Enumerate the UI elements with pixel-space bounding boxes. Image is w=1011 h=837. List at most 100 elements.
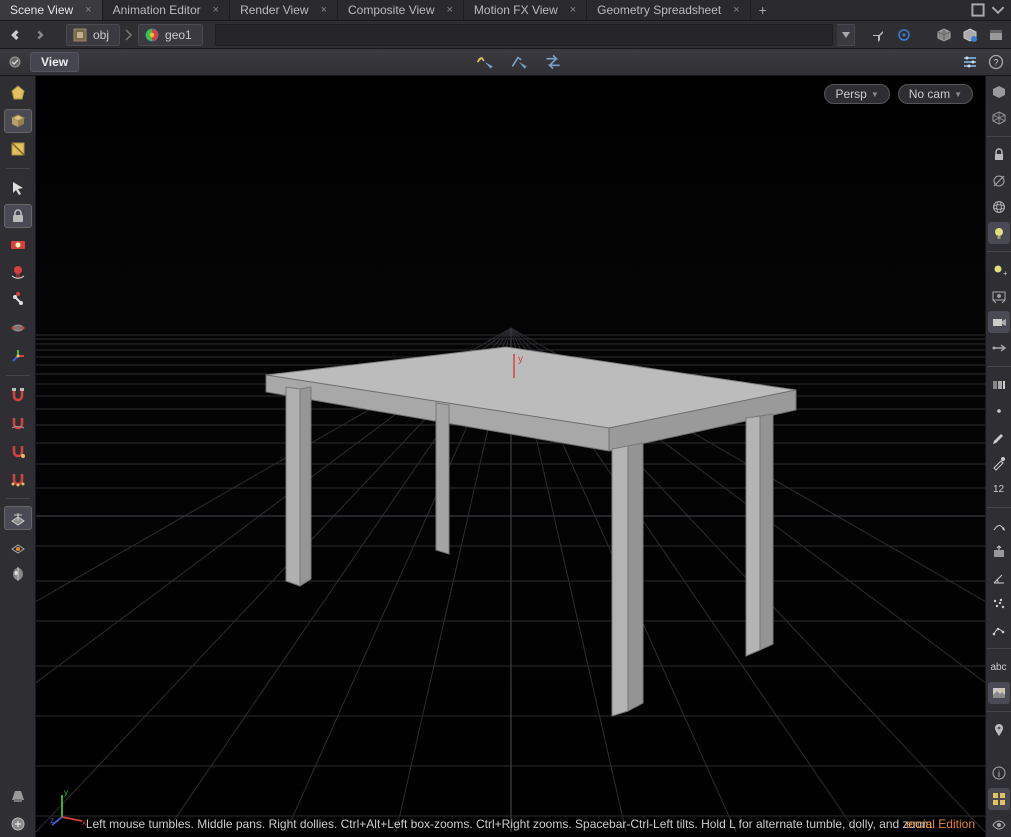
dot-icon[interactable] [988, 400, 1010, 422]
pane-menu-icon[interactable] [991, 3, 1005, 17]
marker-icon[interactable] [988, 719, 1010, 741]
view-menu-icon[interactable] [4, 51, 26, 73]
tab-strip: Scene View × Animation Editor × Render V… [0, 0, 1011, 21]
pin-icon[interactable] [867, 24, 889, 46]
tab-scene-view[interactable]: Scene View × [0, 0, 103, 20]
layout-grid-icon[interactable] [988, 788, 1010, 810]
muscle-icon[interactable] [4, 316, 32, 340]
bulb-add-icon[interactable]: + [988, 259, 1010, 281]
bones-icon[interactable] [4, 288, 32, 312]
dolly-zoom-icon[interactable] [988, 337, 1010, 359]
globe-icon[interactable] [988, 196, 1010, 218]
close-icon[interactable]: × [321, 4, 327, 16]
sweep-icon[interactable] [988, 515, 1010, 537]
picker-icon[interactable] [988, 452, 1010, 474]
grid-floor-icon [36, 76, 985, 832]
camera-dropdown[interactable]: No cam ▼ [898, 84, 973, 104]
cplane-icon[interactable] [4, 506, 32, 530]
frame-sel-icon[interactable] [988, 285, 1010, 307]
abc-label[interactable]: abc [988, 656, 1010, 678]
tab-geometry-spreadsheet[interactable]: Geometry Spreadsheet × [587, 0, 751, 20]
mirror-icon[interactable] [4, 562, 32, 586]
cplane2-icon[interactable] [4, 534, 32, 558]
network-icon [73, 28, 87, 42]
svg-text:?: ? [993, 58, 998, 68]
close-icon[interactable]: × [213, 4, 219, 16]
select-arrow-icon[interactable] [4, 176, 32, 200]
path-input[interactable] [215, 24, 833, 46]
lock-display-icon[interactable] [988, 144, 1010, 166]
geo-icon [145, 28, 159, 42]
sel-faces-icon[interactable] [4, 109, 32, 133]
main-row: y Persp ▼ No cam ▼ x y z [0, 76, 1011, 837]
axis-tool-icon[interactable] [4, 344, 32, 368]
view-type-dropdown[interactable]: Persp ▼ [824, 84, 889, 104]
expand-icon[interactable] [4, 812, 32, 836]
maximize-icon[interactable] [971, 3, 985, 17]
breadcrumb-separator [124, 28, 134, 42]
nav-forward-button[interactable] [30, 24, 52, 46]
tab-label: Render View [240, 3, 308, 17]
shelf-icon[interactable] [4, 784, 32, 808]
wire-icon[interactable] [988, 107, 1010, 129]
snap-point-icon[interactable] [4, 439, 32, 463]
breadcrumb-obj[interactable]: obj [66, 24, 120, 46]
bulb-icon[interactable] [988, 222, 1010, 244]
display-opts-icon[interactable] [988, 374, 1010, 396]
tab-label: Animation Editor [113, 3, 201, 17]
nav-back-button[interactable] [4, 24, 26, 46]
info-icon[interactable]: i [988, 762, 1010, 784]
breadcrumb-label: geo1 [165, 28, 192, 42]
cube-highlight-icon[interactable] [959, 24, 981, 46]
angle-icon[interactable] [988, 567, 1010, 589]
viewport-camera-controls: Persp ▼ No cam ▼ [824, 84, 973, 104]
right-toolbar: + 12 abc i [985, 76, 1011, 837]
camera-icon[interactable] [988, 311, 1010, 333]
shade-icon[interactable] [988, 81, 1010, 103]
background-icon[interactable] [988, 682, 1010, 704]
viewport[interactable]: y Persp ▼ No cam ▼ x y z [36, 76, 985, 837]
handle-tool2-icon[interactable] [508, 51, 530, 73]
tab-motion-fx-view[interactable]: Motion FX View × [464, 0, 587, 20]
settings-icon[interactable] [959, 51, 981, 73]
lock-icon[interactable] [4, 204, 32, 228]
brush-icon[interactable] [988, 426, 1010, 448]
ghost-icon[interactable] [988, 170, 1010, 192]
sel-edges-icon[interactable] [4, 137, 32, 161]
sel-objects-icon[interactable] [4, 81, 32, 105]
twelve-label[interactable]: 12 [988, 478, 1010, 500]
lights-icon[interactable] [4, 260, 32, 284]
tab-render-view[interactable]: Render View × [230, 0, 338, 20]
viewport-canvas[interactable]: y Persp ▼ No cam ▼ x y z [36, 76, 985, 837]
handle-tool-icon[interactable] [474, 51, 496, 73]
face-normals-icon[interactable] [988, 541, 1010, 563]
snap-icon[interactable] [4, 383, 32, 407]
close-icon[interactable]: × [570, 4, 576, 16]
breadcrumb-geo1[interactable]: geo1 [138, 24, 203, 46]
svg-text:i: i [998, 769, 1000, 779]
path-dropdown-button[interactable] [837, 24, 855, 46]
eye-icon[interactable] [988, 814, 1010, 836]
snap-multi-icon[interactable] [4, 467, 32, 491]
target-icon[interactable] [893, 24, 915, 46]
tab-animation-editor[interactable]: Animation Editor × [103, 0, 230, 20]
cube-icon[interactable] [933, 24, 955, 46]
snap-curve-icon[interactable] [4, 411, 32, 435]
view-title-button[interactable]: View [30, 52, 79, 72]
scatter-icon[interactable] [988, 593, 1010, 615]
panel-icon[interactable] [985, 24, 1007, 46]
capture-icon[interactable] [4, 232, 32, 256]
help-icon[interactable]: ? [985, 51, 1007, 73]
trail-icon[interactable] [988, 619, 1010, 641]
close-icon[interactable]: × [446, 4, 452, 16]
tab-label: Motion FX View [474, 3, 558, 17]
view-title: View [41, 55, 68, 69]
camera-label: No cam [909, 87, 950, 101]
close-icon[interactable]: × [85, 4, 91, 16]
add-tab-button[interactable]: + [751, 0, 775, 20]
close-icon[interactable]: × [733, 4, 739, 16]
swap-icon[interactable] [542, 51, 564, 73]
tab-composite-view[interactable]: Composite View × [338, 0, 464, 20]
view-header-tools [79, 51, 959, 73]
left-toolbar [0, 76, 36, 837]
